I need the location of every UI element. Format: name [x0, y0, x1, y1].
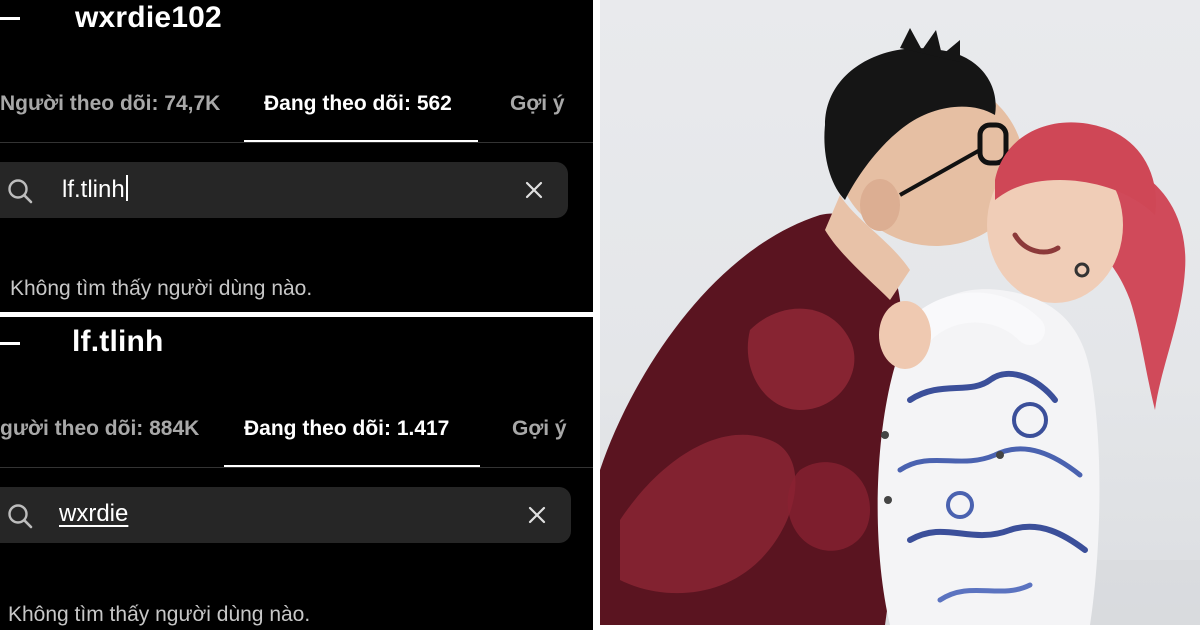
- no-results-message: Không tìm thấy người dùng nào.: [10, 277, 313, 300]
- search-bar[interactable]: wxrdie: [0, 487, 571, 543]
- close-icon[interactable]: [524, 180, 544, 200]
- tab-followers[interactable]: gười theo dõi: 884K: [0, 417, 199, 441]
- tab-following[interactable]: Đang theo dõi: 1.417: [244, 417, 449, 441]
- couple-photo: [600, 0, 1200, 625]
- back-arrow-icon[interactable]: [0, 342, 20, 345]
- search-icon: [8, 504, 33, 529]
- close-icon[interactable]: [527, 505, 547, 525]
- search-input[interactable]: wxrdie: [59, 500, 128, 528]
- profile-following-panel-bottom: lf.tlinh gười theo dõi: 884K Đang theo d…: [0, 317, 593, 630]
- tab-following[interactable]: Đang theo dõi: 562: [264, 92, 452, 116]
- search-icon: [8, 179, 33, 204]
- back-arrow-icon[interactable]: [0, 17, 20, 20]
- profile-username: wxrdie102: [75, 1, 222, 34]
- text-cursor: [125, 175, 128, 201]
- tab-suggested[interactable]: Gợi ý: [512, 417, 567, 441]
- search-bar[interactable]: lf.tlinh: [0, 162, 568, 218]
- tab-divider: [0, 142, 593, 143]
- tab-divider: [0, 467, 593, 468]
- no-results-message: Không tìm thấy người dùng nào.: [8, 603, 311, 626]
- profile-username: lf.tlinh: [72, 325, 164, 358]
- search-input[interactable]: lf.tlinh: [62, 175, 128, 204]
- couple-illustration: [600, 28, 1200, 625]
- tab-followers[interactable]: Người theo dõi: 74,7K: [0, 92, 220, 116]
- profile-following-panel-top: wxrdie102 Người theo dõi: 74,7K Đang the…: [0, 0, 593, 312]
- tab-suggested[interactable]: Gợi ý: [510, 92, 565, 116]
